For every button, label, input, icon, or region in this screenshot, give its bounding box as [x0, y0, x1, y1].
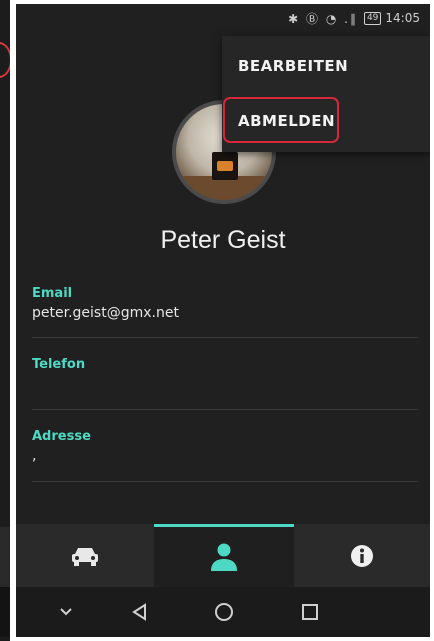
tab-info[interactable]: [294, 524, 430, 587]
address-field[interactable]: Adresse ,: [32, 429, 418, 482]
car-icon: [72, 547, 98, 566]
address-label: Adresse: [32, 429, 91, 444]
person-icon: [211, 543, 237, 571]
home-circle-icon: [215, 603, 233, 621]
battery-icon: 49: [363, 11, 382, 25]
email-label: Email: [32, 286, 73, 301]
avatar-stove: [212, 138, 238, 180]
phone-screen: ✱ Ⓑ ◔ .∥ 49 14:05 Peter Geist Email pete…: [16, 4, 430, 637]
phone-field[interactable]: Telefon: [32, 357, 418, 410]
email-field[interactable]: Email peter.geist@gmx.net: [32, 286, 418, 338]
previous-sysnav-fragment: [0, 587, 10, 637]
info-icon: [351, 544, 373, 567]
nav-back-button[interactable]: [119, 587, 159, 637]
address-value: ,: [32, 448, 37, 464]
menu-item-edit[interactable]: BEARBEITEN: [222, 44, 430, 88]
nav-home-button[interactable]: [204, 587, 244, 637]
nav-recents-button[interactable]: [290, 587, 330, 637]
avatar-stove-fire: [217, 161, 233, 171]
logout-highlight-box: [223, 97, 339, 143]
avatar-floor: [176, 176, 272, 200]
status-time: 14:05: [385, 11, 420, 25]
recents-square-icon: [302, 604, 318, 620]
previous-tabbar-fragment: [0, 527, 10, 587]
phone-label: Telefon: [32, 357, 86, 372]
tab-profile[interactable]: [154, 524, 294, 587]
tab-vehicle[interactable]: [16, 524, 154, 587]
nav-collapse-button[interactable]: [46, 587, 86, 637]
system-navigation-bar: [16, 587, 430, 637]
status-bar: ✱ Ⓑ ◔ .∥ 49 14:05: [16, 4, 430, 32]
email-value: peter.geist@gmx.net: [32, 305, 179, 321]
previous-screen-strip: [0, 0, 12, 641]
bottom-tab-bar: [16, 524, 430, 587]
back-triangle-icon: [132, 603, 146, 621]
chevron-down-icon: [60, 608, 72, 616]
profile-name: Peter Geist: [160, 226, 286, 254]
status-icons: ✱ Ⓑ ◔ .∥: [288, 11, 358, 26]
